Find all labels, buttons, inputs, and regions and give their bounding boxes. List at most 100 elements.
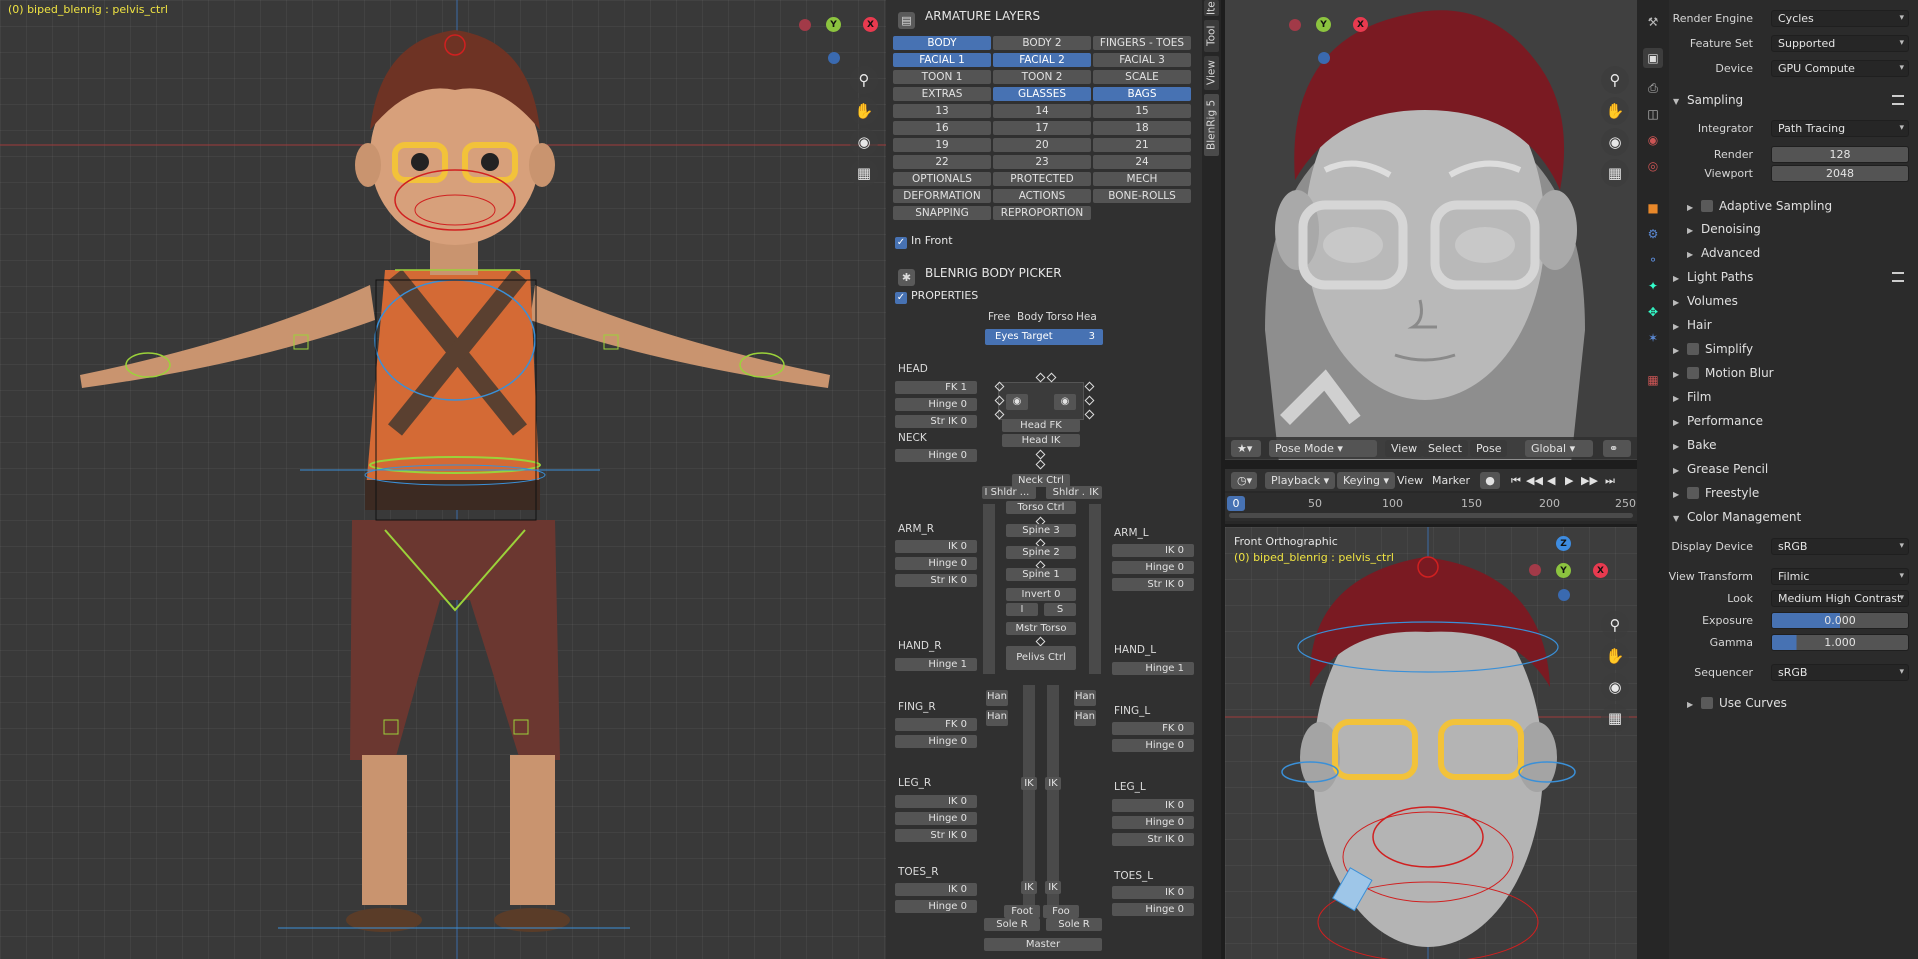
render-engine-select[interactable]: Cycles ▾ bbox=[1771, 10, 1909, 27]
exposure-slider[interactable]: 0.000 bbox=[1771, 612, 1909, 629]
feature-set-select[interactable]: Supported ▾ bbox=[1771, 35, 1909, 52]
tab-blenrig[interactable]: BlenRig 5 bbox=[1204, 94, 1219, 156]
picker-tab-body[interactable]: Body bbox=[1017, 311, 1044, 323]
volumes-section[interactable]: ▶ Volumes bbox=[1673, 290, 1914, 312]
layer-button-20[interactable]: 20 bbox=[993, 138, 1091, 152]
performance-section[interactable]: ▶ Performance bbox=[1673, 410, 1914, 432]
hand-pan-icon[interactable]: ✋ bbox=[850, 97, 878, 125]
layer-button-scale[interactable]: SCALE bbox=[1093, 70, 1191, 84]
sole-r-button[interactable]: Sole R bbox=[984, 918, 1040, 931]
layer-button-19[interactable]: 19 bbox=[893, 138, 991, 152]
simplify-section[interactable]: ▶ Simplify bbox=[1673, 338, 1914, 360]
body-picker-header[interactable]: ✱ BLENRIG BODY PICKER bbox=[898, 266, 1062, 286]
hand-r-button-1[interactable]: Han bbox=[986, 690, 1008, 706]
arm-l-chain[interactable] bbox=[1089, 504, 1101, 674]
hair-section[interactable]: ▶ Hair bbox=[1673, 314, 1914, 336]
viewport-samples-field[interactable]: 2048 bbox=[1771, 165, 1909, 182]
head-side-handle-r2[interactable] bbox=[1084, 395, 1095, 406]
integrator-select[interactable]: Path Tracing ▾ bbox=[1771, 120, 1909, 137]
axis-neg-z-dot[interactable] bbox=[1318, 52, 1330, 64]
layer-button-glasses[interactable]: GLASSES bbox=[993, 87, 1091, 101]
texture-icon[interactable]: ▦ bbox=[1643, 370, 1663, 390]
layer-button-toon-2[interactable]: TOON 2 bbox=[993, 70, 1091, 84]
pose-menu[interactable]: Pose bbox=[1470, 440, 1508, 457]
physics-icon[interactable]: ✦ bbox=[1643, 276, 1663, 296]
hand-pan-icon[interactable]: ✋ bbox=[1601, 97, 1629, 125]
armature-layers-header[interactable]: ▤ ARMATURE LAYERS bbox=[898, 9, 1040, 29]
display-device-select[interactable]: sRGB ▾ bbox=[1771, 538, 1909, 555]
leg-r-chain[interactable] bbox=[1023, 685, 1035, 910]
denoising-section[interactable]: ▶ Denoising bbox=[1687, 218, 1914, 240]
timeline-ruler[interactable]: 0 50 100 150 200 250 bbox=[1225, 493, 1637, 521]
layer-button-15[interactable]: 15 bbox=[1093, 104, 1191, 118]
shldr-r-button[interactable]: Shldr ... bbox=[984, 486, 1036, 499]
hand-r-button-2[interactable]: Han bbox=[986, 710, 1008, 726]
use-curves-section[interactable]: ▶ Use Curves bbox=[1687, 692, 1914, 714]
arm-l-str-ik-toggle[interactable]: Str IK 0 bbox=[1112, 578, 1194, 591]
leg-r-hinge-toggle[interactable]: Hinge 0 bbox=[895, 812, 977, 825]
layer-button-17[interactable]: 17 bbox=[993, 121, 1091, 135]
playback-menu[interactable]: Playback ▾ bbox=[1265, 472, 1336, 489]
tab-tool[interactable]: Tool bbox=[1204, 20, 1219, 52]
play-icon[interactable]: ▶ bbox=[1565, 472, 1573, 489]
arm-l-hinge-toggle[interactable]: Hinge 0 bbox=[1112, 561, 1194, 574]
fing-l-hinge-toggle[interactable]: Hinge 0 bbox=[1112, 739, 1194, 752]
axis-y-handle[interactable]: Y bbox=[1316, 17, 1331, 32]
neck-handle-2[interactable] bbox=[1035, 459, 1046, 470]
eye-r-icon[interactable]: ◉ bbox=[1006, 394, 1028, 410]
leg-l-chain[interactable] bbox=[1047, 685, 1059, 910]
mstr-torso-button[interactable]: Mstr Torso bbox=[1006, 622, 1076, 635]
head-top-handle-2[interactable] bbox=[1046, 372, 1057, 383]
bake-section[interactable]: ▶ Bake bbox=[1673, 434, 1914, 456]
layer-button-protected[interactable]: PROTECTED bbox=[993, 172, 1091, 186]
arm-r-chain[interactable] bbox=[983, 504, 995, 674]
view-transform-select[interactable]: Filmic ▾ bbox=[1771, 568, 1909, 585]
pelvis-handle[interactable] bbox=[1035, 636, 1046, 647]
head-side-handle-r3[interactable] bbox=[1084, 409, 1095, 420]
layer-button-22[interactable]: 22 bbox=[893, 155, 991, 169]
view-menu[interactable]: View bbox=[1385, 440, 1424, 457]
layer-button-body-2[interactable]: BODY 2 bbox=[993, 36, 1091, 50]
tab-item[interactable]: Ite bbox=[1204, 0, 1219, 16]
head-side-handle-r1[interactable] bbox=[1084, 381, 1095, 392]
layer-button-deformation[interactable]: DEFORMATION bbox=[893, 189, 991, 203]
leg-l-hinge-toggle[interactable]: Hinge 0 bbox=[1112, 816, 1194, 829]
sole-l-button[interactable]: Sole R bbox=[1046, 918, 1102, 931]
render-samples-field[interactable]: 128 bbox=[1771, 146, 1909, 163]
jump-start-icon[interactable]: ⏮ bbox=[1511, 472, 1521, 489]
presets-list-icon[interactable] bbox=[1892, 95, 1904, 105]
output-icon[interactable]: ⎙ bbox=[1643, 78, 1663, 98]
grease-pencil-section[interactable]: ▶ Grease Pencil bbox=[1673, 458, 1914, 480]
master-button[interactable]: Master bbox=[984, 938, 1102, 951]
head-top-handle[interactable] bbox=[1035, 372, 1046, 383]
scene-icon[interactable]: ◉ bbox=[1643, 130, 1663, 150]
view-layer-icon[interactable]: ◫ bbox=[1643, 104, 1663, 124]
head-fk-button[interactable]: Head FK bbox=[1002, 419, 1080, 432]
simplify-checkbox[interactable] bbox=[1687, 343, 1699, 355]
layer-button-reproportion[interactable]: REPROPORTION bbox=[993, 206, 1091, 220]
hand-l-button-1[interactable]: Han bbox=[1074, 690, 1096, 706]
spine2-button[interactable]: Spine 2 bbox=[1006, 546, 1076, 559]
foot-r-button[interactable]: Foot bbox=[1004, 905, 1040, 918]
film-section[interactable]: ▶ Film bbox=[1673, 386, 1914, 408]
timeline-view-menu[interactable]: View bbox=[1397, 472, 1423, 489]
hand-pan-icon[interactable]: ✋ bbox=[1601, 642, 1629, 670]
axis-z-handle[interactable]: Z bbox=[1556, 536, 1571, 551]
freestyle-checkbox[interactable] bbox=[1687, 487, 1699, 499]
fing-l-fk-toggle[interactable]: FK 0 bbox=[1112, 722, 1194, 735]
tab-view[interactable]: View bbox=[1204, 56, 1219, 90]
next-key-icon[interactable]: ▶▶ bbox=[1581, 472, 1598, 489]
data-icon[interactable]: ✶ bbox=[1643, 328, 1663, 348]
pelvis-i-button[interactable]: I bbox=[1006, 603, 1038, 616]
properties-checkbox[interactable]: ✓ PROPERTIES bbox=[895, 289, 978, 304]
neck-hinge-toggle[interactable]: Hinge 0 bbox=[895, 449, 977, 462]
toes-l-hinge-toggle[interactable]: Hinge 0 bbox=[1112, 903, 1194, 916]
arm-r-hinge-toggle[interactable]: Hinge 0 bbox=[895, 557, 977, 570]
layer-button-mech[interactable]: MECH bbox=[1093, 172, 1191, 186]
timeline-editor-type[interactable]: ◷▾ bbox=[1231, 472, 1257, 489]
hand-l-button-2[interactable]: Han bbox=[1074, 710, 1096, 726]
head-viewport[interactable]: Y X ⚲ ✋ ◉ ▦ bbox=[1225, 0, 1637, 460]
torso-ctrl-button[interactable]: Torso Ctrl bbox=[1006, 501, 1076, 514]
axis-y-handle[interactable]: Y bbox=[826, 17, 841, 32]
leg-l-ik-mini[interactable]: IK bbox=[1045, 777, 1061, 790]
